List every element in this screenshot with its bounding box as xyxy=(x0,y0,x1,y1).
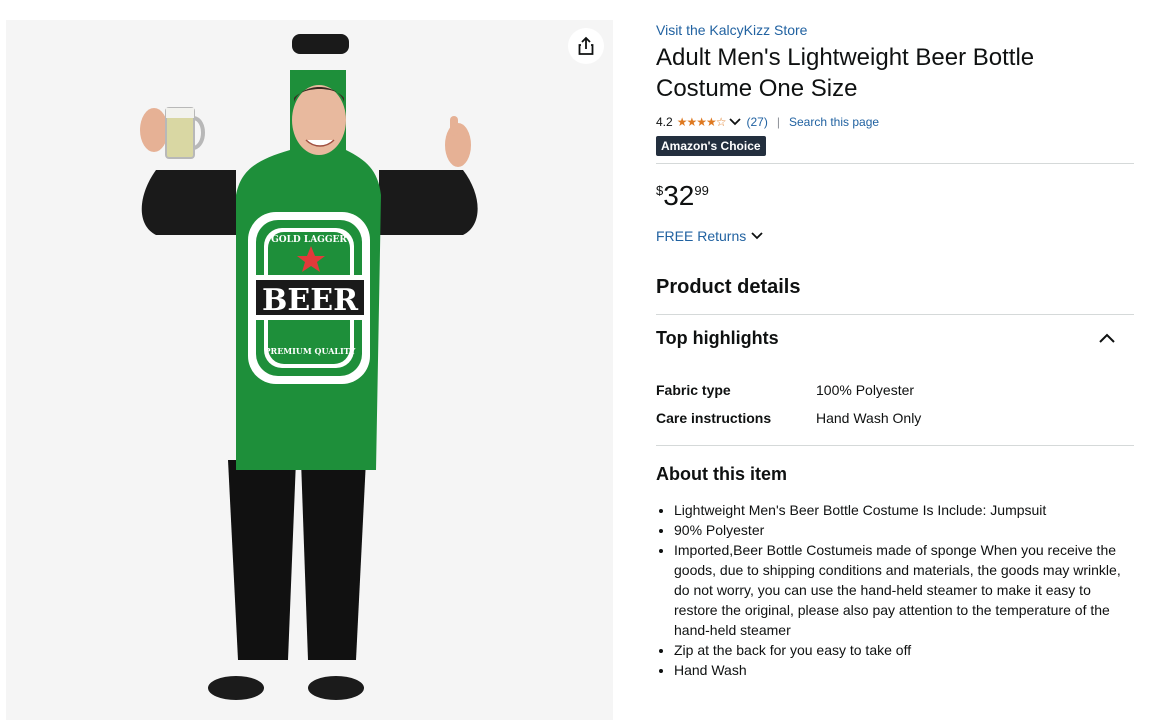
rating-value: 4.2 xyxy=(656,115,673,129)
chevron-down-icon[interactable] xyxy=(728,116,742,128)
divider xyxy=(656,163,1134,164)
label-bottom-text: PREMIUM QUALITY xyxy=(265,346,356,356)
amazons-choice-badge[interactable]: Amazon's Choice xyxy=(656,136,766,156)
price: $ 32 99 xyxy=(656,180,709,212)
separator: | xyxy=(776,115,780,129)
product-details-heading: Product details xyxy=(656,276,801,298)
about-heading: About this item xyxy=(656,464,787,484)
product-title: Adult Men's Lightweight Beer Bottle Cost… xyxy=(656,42,1134,104)
free-returns-label: FREE Returns xyxy=(656,228,747,244)
product-title-line2: Costume One Size xyxy=(656,75,858,102)
star-empty-icon: ☆ xyxy=(715,115,727,129)
star-full-icon: ★ xyxy=(686,115,697,129)
list-item: 90% Polyester xyxy=(674,520,1136,540)
price-whole: 32 xyxy=(663,180,695,211)
share-button[interactable] xyxy=(568,28,604,64)
list-item: Zip at the back for you easy to take off xyxy=(674,640,1136,660)
chevron-up-icon xyxy=(1099,333,1115,343)
spec-value: 100% Polyester xyxy=(816,382,915,398)
spec-value: Hand Wash Only xyxy=(816,410,922,426)
spec-row: Care instructions Hand Wash Only xyxy=(656,404,921,432)
list-item: Hand Wash xyxy=(674,660,1136,680)
top-highlights-toggle[interactable]: Top highlights xyxy=(656,326,1134,350)
product-title-line1: Adult Men's Lightweight Beer Bottle xyxy=(656,44,1035,71)
product-info: Visit the KalcyKizz Store Adult Men's Li… xyxy=(656,20,1134,678)
star-full-icon: ★ xyxy=(696,115,707,129)
spec-key: Care instructions xyxy=(656,410,772,426)
label-main-text: BEER xyxy=(262,283,359,318)
rating-row: 4.2 ★ ★ ★ ★ ☆ (27) | Search this page xyxy=(656,113,1134,131)
divider xyxy=(656,445,1134,446)
search-this-page-link[interactable]: Search this page xyxy=(789,113,879,131)
about-bullet-list: Lightweight Men's Beer Bottle Costume Is… xyxy=(656,500,1136,680)
price-fraction: 99 xyxy=(694,183,709,198)
star-full-icon: ★ xyxy=(676,115,688,129)
spec-key: Fabric type xyxy=(656,382,731,398)
list-item: Imported,Beer Bottle Costumeis made of s… xyxy=(674,540,1136,640)
product-image-panel[interactable]: GOLD LAGGER BEER PREMIUM QUALITY xyxy=(6,20,613,720)
top-highlights-heading: Top highlights xyxy=(656,328,779,348)
divider xyxy=(656,314,1134,315)
product-image: GOLD LAGGER BEER PREMIUM QUALITY xyxy=(140,34,478,700)
share-icon xyxy=(578,36,594,55)
spec-row: Fabric type 100% Polyester xyxy=(656,376,921,404)
store-link[interactable]: Visit the KalcyKizz Store xyxy=(656,20,1134,40)
rating-count-link[interactable]: (27) xyxy=(747,113,768,131)
price-symbol: $ xyxy=(656,183,664,198)
chevron-down-icon xyxy=(751,232,763,240)
spec-table: Fabric type 100% Polyester Care instruct… xyxy=(656,376,921,432)
free-returns-link[interactable]: FREE Returns xyxy=(656,228,764,244)
list-item: Lightweight Men's Beer Bottle Costume Is… xyxy=(674,500,1136,520)
star-full-icon: ★ xyxy=(705,115,717,129)
star-rating-icon[interactable]: ★ ★ ★ ★ ☆ xyxy=(676,113,727,131)
label-top-text: GOLD LAGGER xyxy=(271,235,347,245)
